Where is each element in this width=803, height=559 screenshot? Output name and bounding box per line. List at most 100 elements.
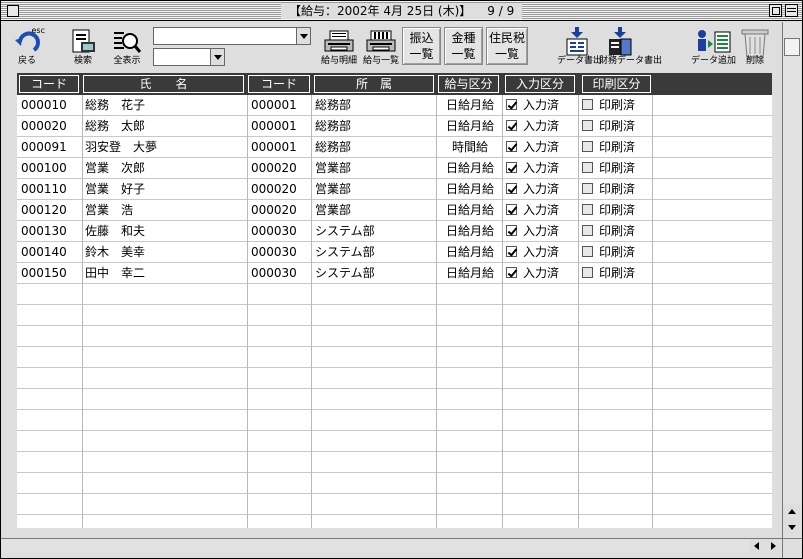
export-doc-icon (566, 27, 588, 56)
print-checkbox[interactable] (582, 162, 593, 173)
chevron-down-icon[interactable] (296, 28, 310, 44)
dept-name: 営業部 (315, 161, 352, 175)
column-divider (502, 95, 503, 528)
employee-code: 000110 (21, 182, 67, 196)
show-all-button[interactable]: 全表示 (107, 26, 147, 66)
print-checkbox[interactable] (582, 225, 593, 236)
header-pay-type[interactable]: 給与区分 (438, 75, 499, 93)
print-checkbox[interactable] (582, 204, 593, 215)
empty-row[interactable] (17, 347, 772, 368)
employee-name: 営業 好子 (85, 182, 146, 196)
empty-row[interactable] (17, 284, 772, 305)
table-row[interactable]: 000150 田中 幸二 000030 システム部 日給月給 入力済 印刷済 (17, 263, 772, 284)
input-status: 入力済 (506, 179, 559, 199)
input-status: 入力済 (506, 221, 559, 241)
denomination-list-button[interactable]: 金種 一覧 (444, 27, 483, 65)
paylist-print-button[interactable]: 給与一覧 (362, 26, 400, 66)
empty-row[interactable] (17, 494, 772, 515)
magnifier-icon (114, 32, 142, 53)
print-checkbox[interactable] (582, 267, 593, 278)
empty-row[interactable] (17, 326, 772, 347)
header-name[interactable]: 氏 名 (83, 75, 244, 93)
scroll-left-button[interactable] (749, 539, 765, 553)
input-checkbox[interactable] (506, 141, 517, 152)
empty-row[interactable] (17, 305, 772, 326)
empty-row[interactable] (17, 389, 772, 410)
transfer-list-line1: 振込 (409, 31, 434, 45)
input-checkbox[interactable] (506, 204, 517, 215)
input-checkbox[interactable] (506, 120, 517, 131)
input-checkbox[interactable] (506, 225, 517, 236)
table-row[interactable]: 000020 総務 太郎 000001 総務部 日給月給 入力済 印刷済 (17, 116, 772, 137)
search-label: 検索 (73, 56, 92, 66)
filter-combo[interactable] (153, 27, 311, 45)
resize-grip[interactable] (782, 538, 802, 558)
close-box[interactable] (7, 5, 19, 17)
zoom-box[interactable] (769, 4, 782, 17)
table-row[interactable]: 000010 総務 花子 000001 総務部 日給月給 入力済 印刷済 (17, 95, 772, 116)
table-row[interactable]: 000100 営業 次郎 000020 営業部 日給月給 入力済 印刷済 (17, 158, 772, 179)
header-dept-code[interactable]: コード (248, 75, 310, 93)
resident-tax-list-button[interactable]: 住民税 一覧 (486, 27, 528, 65)
print-checkbox[interactable] (582, 183, 593, 194)
input-checkbox[interactable] (506, 267, 517, 278)
input-checkbox[interactable] (506, 99, 517, 110)
print-checkbox[interactable] (582, 141, 593, 152)
dept-name: 総務部 (315, 140, 352, 154)
header-dept[interactable]: 所 属 (314, 75, 434, 93)
scroll-thumb[interactable] (784, 38, 800, 56)
input-checkbox[interactable] (506, 246, 517, 257)
header-code[interactable]: コード (19, 75, 79, 93)
sort-combo[interactable] (153, 48, 225, 66)
employee-code: 000091 (21, 140, 67, 154)
add-data-button[interactable]: データ追加 (691, 26, 736, 66)
payslip-label: 給与明細 (320, 56, 357, 66)
table-row[interactable]: 000140 鈴木 美幸 000030 システム部 日給月給 入力済 印刷済 (17, 242, 772, 263)
header-print-status[interactable]: 印刷区分 (582, 75, 651, 93)
printer-icon (366, 30, 396, 52)
collapse-box[interactable] (785, 4, 798, 17)
print-checkbox[interactable] (582, 246, 593, 257)
scroll-down-button[interactable] (783, 520, 801, 536)
table-row[interactable]: 000130 佐藤 和夫 000030 システム部 日給月給 入力済 印刷済 (17, 221, 772, 242)
print-checkbox[interactable] (582, 99, 593, 110)
empty-row[interactable] (17, 410, 772, 431)
arrow-down-icon (788, 525, 796, 530)
print-checkbox[interactable] (582, 120, 593, 131)
header-input-status[interactable]: 入力区分 (505, 75, 575, 93)
dept-name: 営業部 (315, 203, 352, 217)
delete-button[interactable]: 削除 (735, 26, 775, 66)
employee-name: 営業 次郎 (85, 161, 146, 175)
vertical-scrollbar[interactable] (782, 22, 801, 538)
empty-row[interactable] (17, 473, 772, 494)
horizontal-scrollbar[interactable] (1, 538, 783, 553)
employee-name: 羽安登 大夢 (85, 140, 158, 154)
back-button[interactable]: esc 戻る (9, 26, 45, 66)
scroll-up-button[interactable] (783, 504, 801, 520)
input-checkbox[interactable] (506, 162, 517, 173)
empty-row[interactable] (17, 431, 772, 452)
empty-row[interactable] (17, 368, 772, 389)
back-label: 戻る (17, 56, 36, 66)
title-bar[interactable]: 【給与：2002年 4月 25日 (木)】 9 / 9 (1, 1, 802, 21)
search-button[interactable]: 検索 (63, 26, 103, 66)
back-arrow-icon (15, 31, 40, 52)
transfer-list-button[interactable]: 振込 一覧 (402, 27, 441, 65)
table-row[interactable]: 000120 営業 浩 000020 営業部 日給月給 入力済 印刷済 (17, 200, 772, 221)
column-divider (82, 95, 83, 528)
scroll-right-button[interactable] (765, 539, 781, 553)
table-row[interactable]: 000110 営業 好子 000020 営業部 日給月給 入力済 印刷済 (17, 179, 772, 200)
print-status-label: 印刷済 (599, 140, 636, 154)
arrow-left-icon (754, 542, 759, 550)
finance-export-button[interactable]: 財務データ書出 (599, 26, 662, 66)
data-export-button[interactable]: データ書出 (557, 26, 602, 66)
pay-type: 時間給 (451, 140, 488, 154)
resident-tax-list-line1: 住民税 (488, 31, 525, 45)
empty-row[interactable] (17, 452, 772, 473)
payslip-print-button[interactable]: 給与明細 (318, 26, 360, 66)
payroll-window: 【給与：2002年 4月 25日 (木)】 9 / 9 esc 戻る 検索 全表… (0, 0, 803, 559)
employee-table: コード 氏 名 コード 所 属 給与区分 入力区分 印刷区分 000010 総務 … (17, 73, 772, 528)
input-checkbox[interactable] (506, 183, 517, 194)
chevron-down-icon[interactable] (210, 49, 224, 65)
table-row[interactable]: 000091 羽安登 大夢 000001 総務部 時間給 入力済 印刷済 (17, 137, 772, 158)
